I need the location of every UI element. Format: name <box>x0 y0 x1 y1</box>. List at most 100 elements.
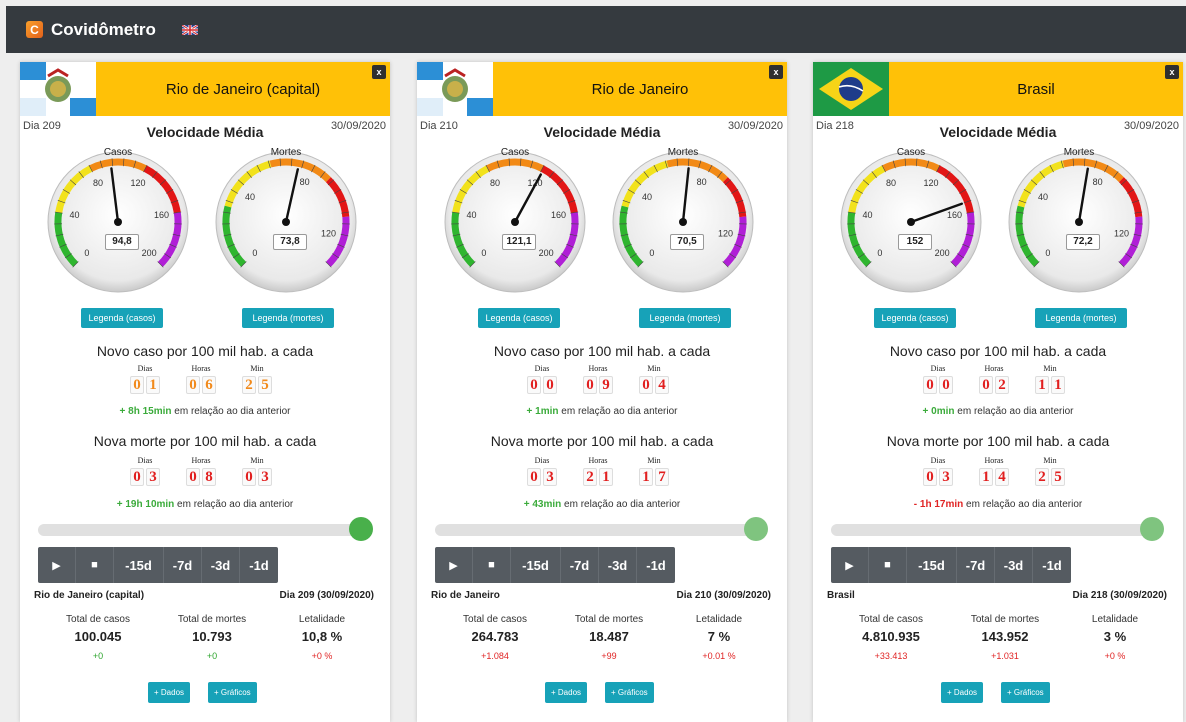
back-7d-button[interactable]: -7d <box>164 547 202 583</box>
case-delta: + 8h 15min em relação ao dia anterior <box>20 406 390 417</box>
counter-label: Min <box>639 364 669 376</box>
total-cases-value: 264.783 <box>435 629 555 644</box>
gauge-tick-label: 160 <box>154 210 169 220</box>
stop-button[interactable]: ■ <box>473 547 511 583</box>
gauge-tick-label: 40 <box>69 210 79 220</box>
place-name: Brasil <box>827 590 855 601</box>
timeline-slider-thumb[interactable] <box>744 517 768 541</box>
gauge-tick-label: 120 <box>321 228 336 238</box>
close-button[interactable]: x <box>1165 65 1179 79</box>
back-3d-button[interactable]: -3d <box>995 547 1033 583</box>
counter-digit: 6 <box>202 376 216 394</box>
new-death-title: Nova morte por 100 mil hab. a cada <box>20 433 390 449</box>
total-deaths-delta: +0 <box>152 651 272 661</box>
counter-label: Min <box>1035 364 1065 376</box>
gauge-tick-label: 200 <box>539 248 554 258</box>
timeline-slider-track[interactable] <box>38 524 363 536</box>
counter-digit: 2 <box>242 376 256 394</box>
counter-label: Min <box>1035 456 1065 468</box>
timeline-slider-track[interactable] <box>435 524 760 536</box>
back-7d-button[interactable]: -7d <box>561 547 599 583</box>
back-1d-button[interactable]: -1d <box>637 547 675 583</box>
app-logo-icon[interactable]: C <box>26 21 43 38</box>
rio-flag-icon <box>20 62 96 116</box>
location-card: Rio de JaneiroxDia 21030/09/2020Velocida… <box>417 62 787 722</box>
counter-digit: 5 <box>1051 468 1065 486</box>
total-cases-delta: +0 <box>38 651 158 661</box>
lethality-value: 10,8 % <box>262 629 382 644</box>
counter-label: Horas <box>583 456 613 468</box>
gauge-tick-label: 40 <box>642 192 652 202</box>
more-charts-button[interactable]: + Gráficos <box>605 682 654 703</box>
lethality-delta: +0.01 % <box>659 651 779 661</box>
back-3d-button[interactable]: -3d <box>202 547 240 583</box>
total-deaths-delta: +99 <box>549 651 669 661</box>
play-button[interactable]: ▶ <box>435 547 473 583</box>
more-charts-button[interactable]: + Gráficos <box>1001 682 1050 703</box>
legend-deaths-button[interactable]: Legenda (mortes) <box>242 308 334 328</box>
gauge-tick-label: 0 <box>84 248 89 258</box>
back-3d-button[interactable]: -3d <box>599 547 637 583</box>
deaths-gauge-0: 04080120 <box>214 142 359 302</box>
cases-gauge-0: 04080120160200 <box>46 142 191 302</box>
new-case-min: Min11 <box>1035 364 1065 394</box>
legend-cases-button[interactable]: Legenda (casos) <box>478 308 560 328</box>
gauge-tick-label: 80 <box>300 177 310 187</box>
counter-digit: 2 <box>995 376 1009 394</box>
new-case-min: Min04 <box>639 364 669 394</box>
new-case-counter: Dias00Horas09Min04 <box>417 364 787 398</box>
more-data-button[interactable]: + Dados <box>148 682 190 703</box>
playback-controls: ▶■-15d-7d-3d-1d <box>435 547 675 583</box>
more-data-button[interactable]: + Dados <box>941 682 983 703</box>
back-7d-button[interactable]: -7d <box>957 547 995 583</box>
gauge-tick-label: 40 <box>862 210 872 220</box>
location-flag <box>417 62 493 116</box>
play-button[interactable]: ▶ <box>38 547 76 583</box>
play-button[interactable]: ▶ <box>831 547 869 583</box>
deaths-gauge-label: Mortes <box>653 147 713 158</box>
card-header: Rio de Janeiro (capital)x <box>20 62 390 116</box>
counter-label: Dias <box>130 364 160 376</box>
counter-label: Dias <box>923 456 953 468</box>
legend-cases-button[interactable]: Legenda (casos) <box>81 308 163 328</box>
stop-button[interactable]: ■ <box>869 547 907 583</box>
app-title[interactable]: Covidômetro <box>51 20 156 40</box>
rio-flag-icon <box>417 62 493 116</box>
timeline-slider-thumb[interactable] <box>1140 517 1164 541</box>
counter-label: Horas <box>186 456 216 468</box>
back-15d-button[interactable]: -15d <box>114 547 164 583</box>
lethality-stat: Letalidade10,8 %+0 % <box>262 614 382 661</box>
back-1d-button[interactable]: -1d <box>1033 547 1071 583</box>
new-case-horas: Horas02 <box>979 364 1009 394</box>
death-delta: - 1h 17min em relação ao dia anterior <box>813 499 1183 510</box>
deaths-gauge-label: Mortes <box>1049 147 1109 158</box>
cases-gauge-label: Casos <box>88 147 148 158</box>
counter-digit: 0 <box>583 376 597 394</box>
timeline-slider-thumb[interactable] <box>349 517 373 541</box>
legend-deaths-button[interactable]: Legenda (mortes) <box>639 308 731 328</box>
close-button[interactable]: x <box>372 65 386 79</box>
counter-digit: 3 <box>258 468 272 486</box>
back-15d-button[interactable]: -15d <box>907 547 957 583</box>
counter-digit: 4 <box>655 376 669 394</box>
stop-button[interactable]: ■ <box>76 547 114 583</box>
cases-gauge-1: 04080120160200 <box>443 142 588 302</box>
more-charts-button[interactable]: + Gráficos <box>208 682 257 703</box>
gauge-hub <box>907 218 915 226</box>
counter-digit: 0 <box>979 376 993 394</box>
gauge-hub <box>282 218 290 226</box>
gauge-tick-label: 80 <box>886 178 896 188</box>
english-flag-icon[interactable] <box>182 25 198 35</box>
more-data-button[interactable]: + Dados <box>545 682 587 703</box>
back-1d-button[interactable]: -1d <box>240 547 278 583</box>
gauge-hub <box>511 218 519 226</box>
close-button[interactable]: x <box>769 65 783 79</box>
back-15d-button[interactable]: -15d <box>511 547 561 583</box>
legend-deaths-button[interactable]: Legenda (mortes) <box>1035 308 1127 328</box>
legend-cases-button[interactable]: Legenda (casos) <box>874 308 956 328</box>
timeline-slider-track[interactable] <box>831 524 1156 536</box>
lethality-stat: Letalidade7 %+0.01 % <box>659 614 779 661</box>
deaths-gauge-wrap: 04080120 <box>611 142 756 302</box>
gauge-tick-label: 80 <box>1093 177 1103 187</box>
gauge-hub <box>114 218 122 226</box>
